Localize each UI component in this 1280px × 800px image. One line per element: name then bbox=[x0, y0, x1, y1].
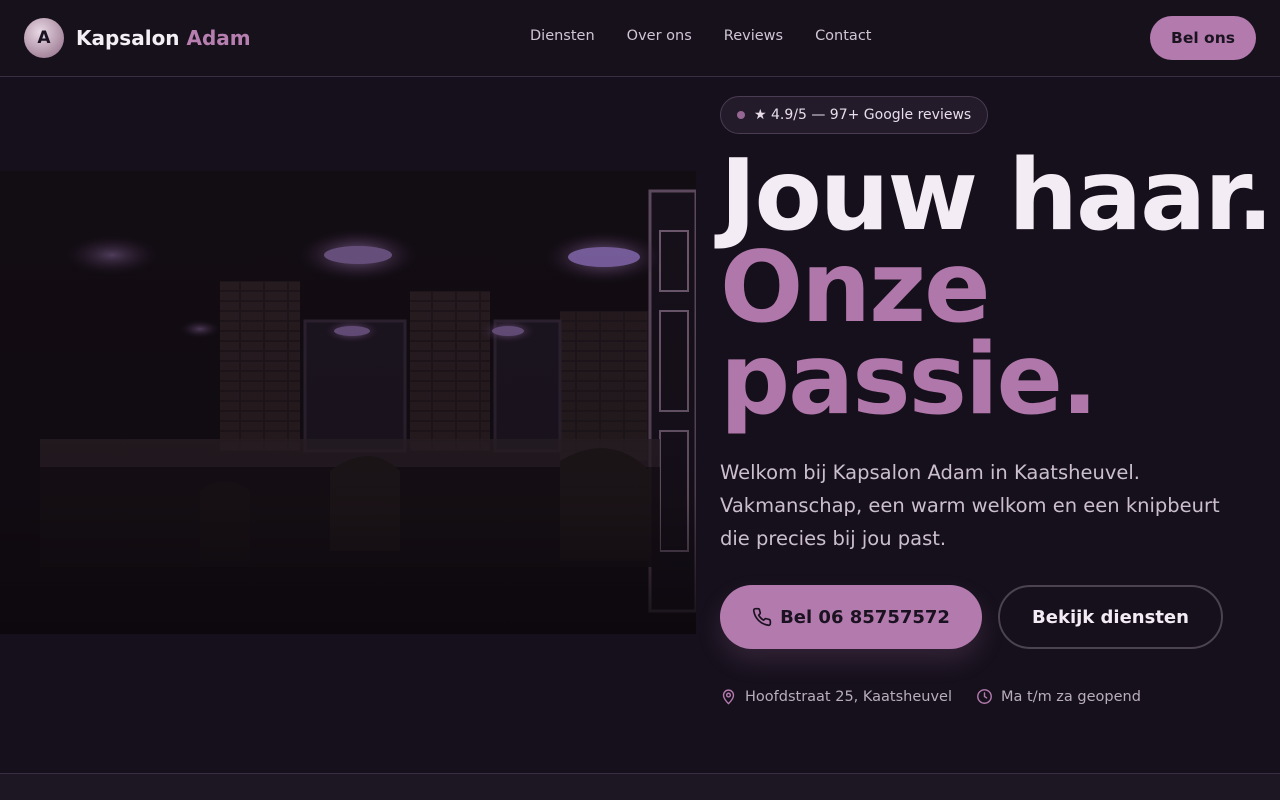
phone-icon bbox=[752, 607, 772, 627]
brand-main: Kapsalon bbox=[76, 26, 180, 50]
logo[interactable]: A Kapsalon Adam bbox=[24, 18, 251, 58]
address-item: Hoofdstraat 25, Kaatsheuvel bbox=[720, 688, 952, 705]
logo-mark: A bbox=[24, 18, 64, 58]
barbershop-illustration bbox=[0, 171, 696, 634]
nav-over-ons[interactable]: Over ons bbox=[627, 28, 692, 44]
info-row: Hoofdstraat 25, Kaatsheuvel Ma t/m za ge… bbox=[720, 688, 1165, 705]
address-text: Hoofdstraat 25, Kaatsheuvel bbox=[745, 688, 952, 705]
hero-headline: Jouw haar. Onze passie. bbox=[720, 139, 1274, 437]
call-phone-label: Bel 06 85757572 bbox=[780, 606, 950, 628]
site-header: A Kapsalon Adam Diensten Over ons Review… bbox=[0, 0, 1280, 77]
headline-line-1: Jouw haar. bbox=[720, 139, 1274, 253]
brand-accent: Adam bbox=[186, 26, 251, 50]
hero-image-barbershop bbox=[0, 171, 696, 634]
headline-line-2: Onze bbox=[720, 231, 991, 345]
nav-diensten[interactable]: Diensten bbox=[530, 28, 595, 44]
nav-reviews[interactable]: Reviews bbox=[724, 28, 783, 44]
main-nav: Diensten Over ons Reviews Contact bbox=[530, 28, 871, 44]
rating-badge: ★ 4.9/5 — 97+ Google reviews bbox=[720, 96, 989, 134]
view-services-button[interactable]: Bekijk diensten bbox=[998, 585, 1223, 649]
hours-item: Ma t/m za geopend bbox=[976, 688, 1141, 705]
hero-lead-text: Welkom bij Kapsalon Adam in Kaatsheuvel.… bbox=[720, 461, 1220, 550]
hours-text: Ma t/m za geopend bbox=[1001, 688, 1141, 705]
badge-dot bbox=[737, 111, 745, 119]
next-section-edge bbox=[0, 773, 1280, 800]
map-pin-icon bbox=[722, 689, 735, 705]
call-button-header[interactable]: Bel ons bbox=[1150, 16, 1256, 60]
rating-text: ★ 4.9/5 — 97+ Google reviews bbox=[754, 107, 972, 123]
brand-name: Kapsalon Adam bbox=[76, 26, 251, 50]
clock-icon bbox=[977, 689, 992, 704]
nav-contact[interactable]: Contact bbox=[815, 28, 871, 44]
call-phone-button[interactable]: Bel 06 85757572 bbox=[720, 585, 982, 649]
headline-line-3: passie. bbox=[720, 323, 1098, 437]
